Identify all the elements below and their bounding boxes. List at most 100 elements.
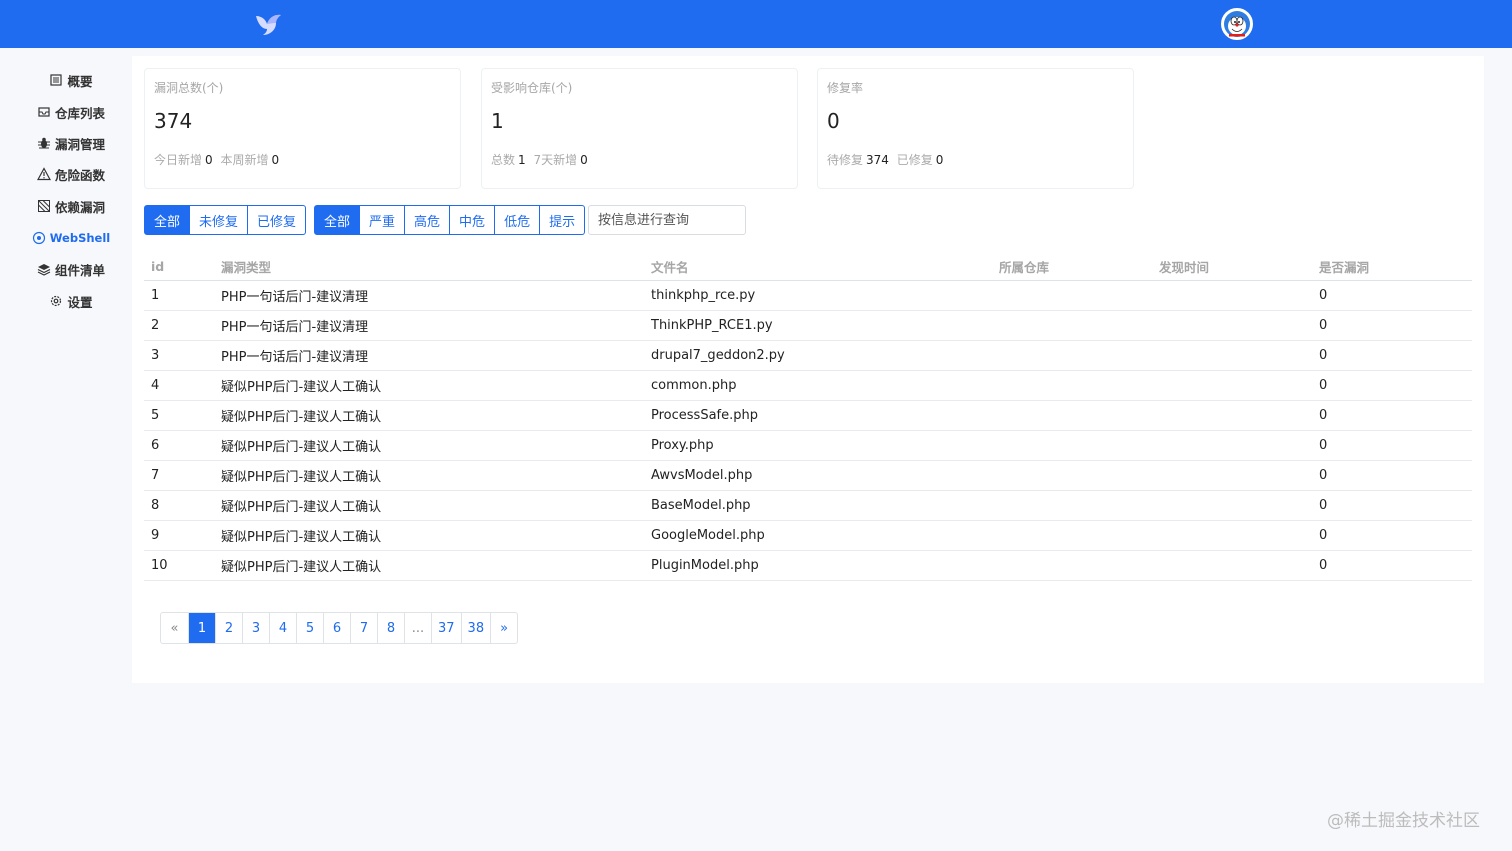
sidebar-item-overview[interactable]: 概要 xyxy=(0,66,142,94)
table-row[interactable]: 10 疑似PHP后门-建议人工确认 PluginModel.php 0 xyxy=(144,550,1472,581)
table-row[interactable]: 3 PHP一句话后门-建议清理 drupal7_geddon2.py 0 xyxy=(144,340,1472,371)
watermark: @稀土掘金技术社区 xyxy=(1327,811,1480,831)
cell-id: 7 xyxy=(144,460,214,491)
card-sub-label: 今日新增 xyxy=(154,153,203,167)
sidebar-item-dependencies[interactable]: 依赖漏洞 xyxy=(0,192,142,220)
sidebar-item-vulnerabilities[interactable]: 漏洞管理 xyxy=(0,129,142,157)
cell-repository xyxy=(992,460,1152,491)
cell-filename: ProcessSafe.php xyxy=(644,400,992,431)
cell-type: PHP一句话后门-建议清理 xyxy=(214,340,644,371)
eye-icon xyxy=(32,231,45,245)
column-header-filename[interactable]: 文件名 xyxy=(644,252,992,281)
cell-filename: common.php xyxy=(644,370,992,401)
table-row[interactable]: 2 PHP一句话后门-建议清理 ThinkPHP_RCE1.py 0 xyxy=(144,310,1472,341)
cell-repository xyxy=(992,550,1152,581)
filter-severity-critical[interactable]: 严重 xyxy=(360,205,406,235)
search-input[interactable] xyxy=(588,205,746,235)
sidebar-item-dangerous-functions[interactable]: 危险函数 xyxy=(0,160,142,188)
cell-found-time xyxy=(1152,430,1312,461)
pagination-page[interactable]: 2 xyxy=(215,613,242,643)
cell-is-vuln: 0 xyxy=(1312,340,1472,371)
cell-repository xyxy=(992,520,1152,551)
cell-id: 10 xyxy=(144,550,214,581)
pagination-prev[interactable]: « xyxy=(161,613,188,643)
card-sub: 总数 1 7天新增 0 xyxy=(491,151,592,168)
cell-repository xyxy=(992,310,1152,341)
filter-status-fixed[interactable]: 已修复 xyxy=(248,205,307,235)
pagination-page[interactable]: 37 xyxy=(431,613,461,643)
bird-icon[interactable] xyxy=(252,10,284,38)
sidebar-item-settings[interactable]: 设置 xyxy=(0,287,142,315)
inbox-icon xyxy=(38,107,50,117)
cell-filename: Proxy.php xyxy=(644,430,992,461)
pagination-page[interactable]: 1 xyxy=(188,613,215,643)
cell-id: 6 xyxy=(144,430,214,461)
cell-id: 2 xyxy=(144,310,214,341)
filter-severity-low[interactable]: 低危 xyxy=(495,205,541,235)
cell-id: 8 xyxy=(144,490,214,521)
filter-severity-all[interactable]: 全部 xyxy=(314,205,361,235)
pagination-ellipsis: ... xyxy=(404,613,431,643)
table-row[interactable]: 8 疑似PHP后门-建议人工确认 BaseModel.php 0 xyxy=(144,490,1472,521)
avatar[interactable] xyxy=(1221,8,1253,40)
card-sub-value: 0 xyxy=(580,153,588,167)
cell-found-time xyxy=(1152,370,1312,401)
pagination-next[interactable]: » xyxy=(490,613,517,643)
cell-type: 疑似PHP后门-建议人工确认 xyxy=(214,370,644,401)
column-header-id[interactable]: id xyxy=(144,252,214,281)
stat-card-fix-rate: 修复率 0 待修复 374 已修复 0 xyxy=(817,68,1134,189)
top-bar xyxy=(0,0,1512,48)
filter-status-all[interactable]: 全部 xyxy=(144,205,191,235)
filter-status-unfixed[interactable]: 未修复 xyxy=(190,205,249,235)
table-row[interactable]: 7 疑似PHP后门-建议人工确认 AwvsModel.php 0 xyxy=(144,460,1472,491)
stat-card-total-vulns: 漏洞总数(个) 374 今日新增 0 本周新增 0 xyxy=(144,68,461,189)
card-sub: 待修复 374 已修复 0 xyxy=(827,151,947,168)
pagination-page[interactable]: 6 xyxy=(323,613,350,643)
cell-filename: BaseModel.php xyxy=(644,490,992,521)
sidebar-item-repositories[interactable]: 仓库列表 xyxy=(0,98,142,126)
table-row[interactable]: 1 PHP一句话后门-建议清理 thinkphp_rce.py 0 xyxy=(144,280,1472,311)
card-sub-label: 总数 xyxy=(491,153,516,167)
pagination-page[interactable]: 4 xyxy=(269,613,296,643)
stat-card-affected-repos: 受影响仓库(个) 1 总数 1 7天新增 0 xyxy=(481,68,798,189)
cell-found-time xyxy=(1152,520,1312,551)
table-row[interactable]: 4 疑似PHP后门-建议人工确认 common.php 0 xyxy=(144,370,1472,401)
pagination-page[interactable]: 38 xyxy=(460,613,491,643)
card-sub-label: 本周新增 xyxy=(220,153,269,167)
cell-is-vuln: 0 xyxy=(1312,370,1472,401)
sidebar-item-label: 漏洞管理 xyxy=(54,136,105,152)
filter-severity-medium[interactable]: 中危 xyxy=(450,205,496,235)
pagination-page[interactable]: 8 xyxy=(377,613,404,643)
column-header-repository[interactable]: 所属仓库 xyxy=(992,252,1152,281)
avatar-icon xyxy=(1224,11,1250,37)
cell-filename: ThinkPHP_RCE1.py xyxy=(644,310,992,341)
dependency-icon xyxy=(37,200,50,212)
pagination-page[interactable]: 3 xyxy=(242,613,269,643)
sidebar-item-webshell[interactable]: WebShell xyxy=(0,224,142,252)
sidebar-item-components[interactable]: 组件清单 xyxy=(0,255,142,283)
cell-is-vuln: 0 xyxy=(1312,430,1472,461)
column-header-found-time[interactable]: 发现时间 xyxy=(1152,252,1312,281)
cell-is-vuln: 0 xyxy=(1312,280,1472,311)
card-sub-label: 已修复 xyxy=(896,153,933,167)
table-row[interactable]: 6 疑似PHP后门-建议人工确认 Proxy.php 0 xyxy=(144,430,1472,461)
cell-id: 3 xyxy=(144,340,214,371)
sidebar-item-label: 依赖漏洞 xyxy=(54,199,105,215)
column-header-is-vuln[interactable]: 是否漏洞 xyxy=(1312,252,1472,281)
filter-severity-high[interactable]: 高危 xyxy=(405,205,451,235)
bug-icon xyxy=(37,137,50,149)
filter-severity-info[interactable]: 提示 xyxy=(540,205,586,235)
cell-found-time xyxy=(1152,340,1312,371)
cell-is-vuln: 0 xyxy=(1312,400,1472,431)
card-sub-value: 0 xyxy=(205,153,213,167)
cell-id: 5 xyxy=(144,400,214,431)
table-header-row: id 漏洞类型 文件名 所属仓库 发现时间 是否漏洞 xyxy=(144,252,1472,281)
pagination-page[interactable]: 7 xyxy=(350,613,377,643)
pagination-page[interactable]: 5 xyxy=(296,613,323,643)
table-row[interactable]: 9 疑似PHP后门-建议人工确认 GoogleModel.php 0 xyxy=(144,520,1472,551)
cell-found-time xyxy=(1152,400,1312,431)
sidebar-item-label: 设置 xyxy=(67,294,93,310)
table-row[interactable]: 5 疑似PHP后门-建议人工确认 ProcessSafe.php 0 xyxy=(144,400,1472,431)
card-title: 受影响仓库(个) xyxy=(491,81,573,95)
column-header-type[interactable]: 漏洞类型 xyxy=(214,252,644,281)
